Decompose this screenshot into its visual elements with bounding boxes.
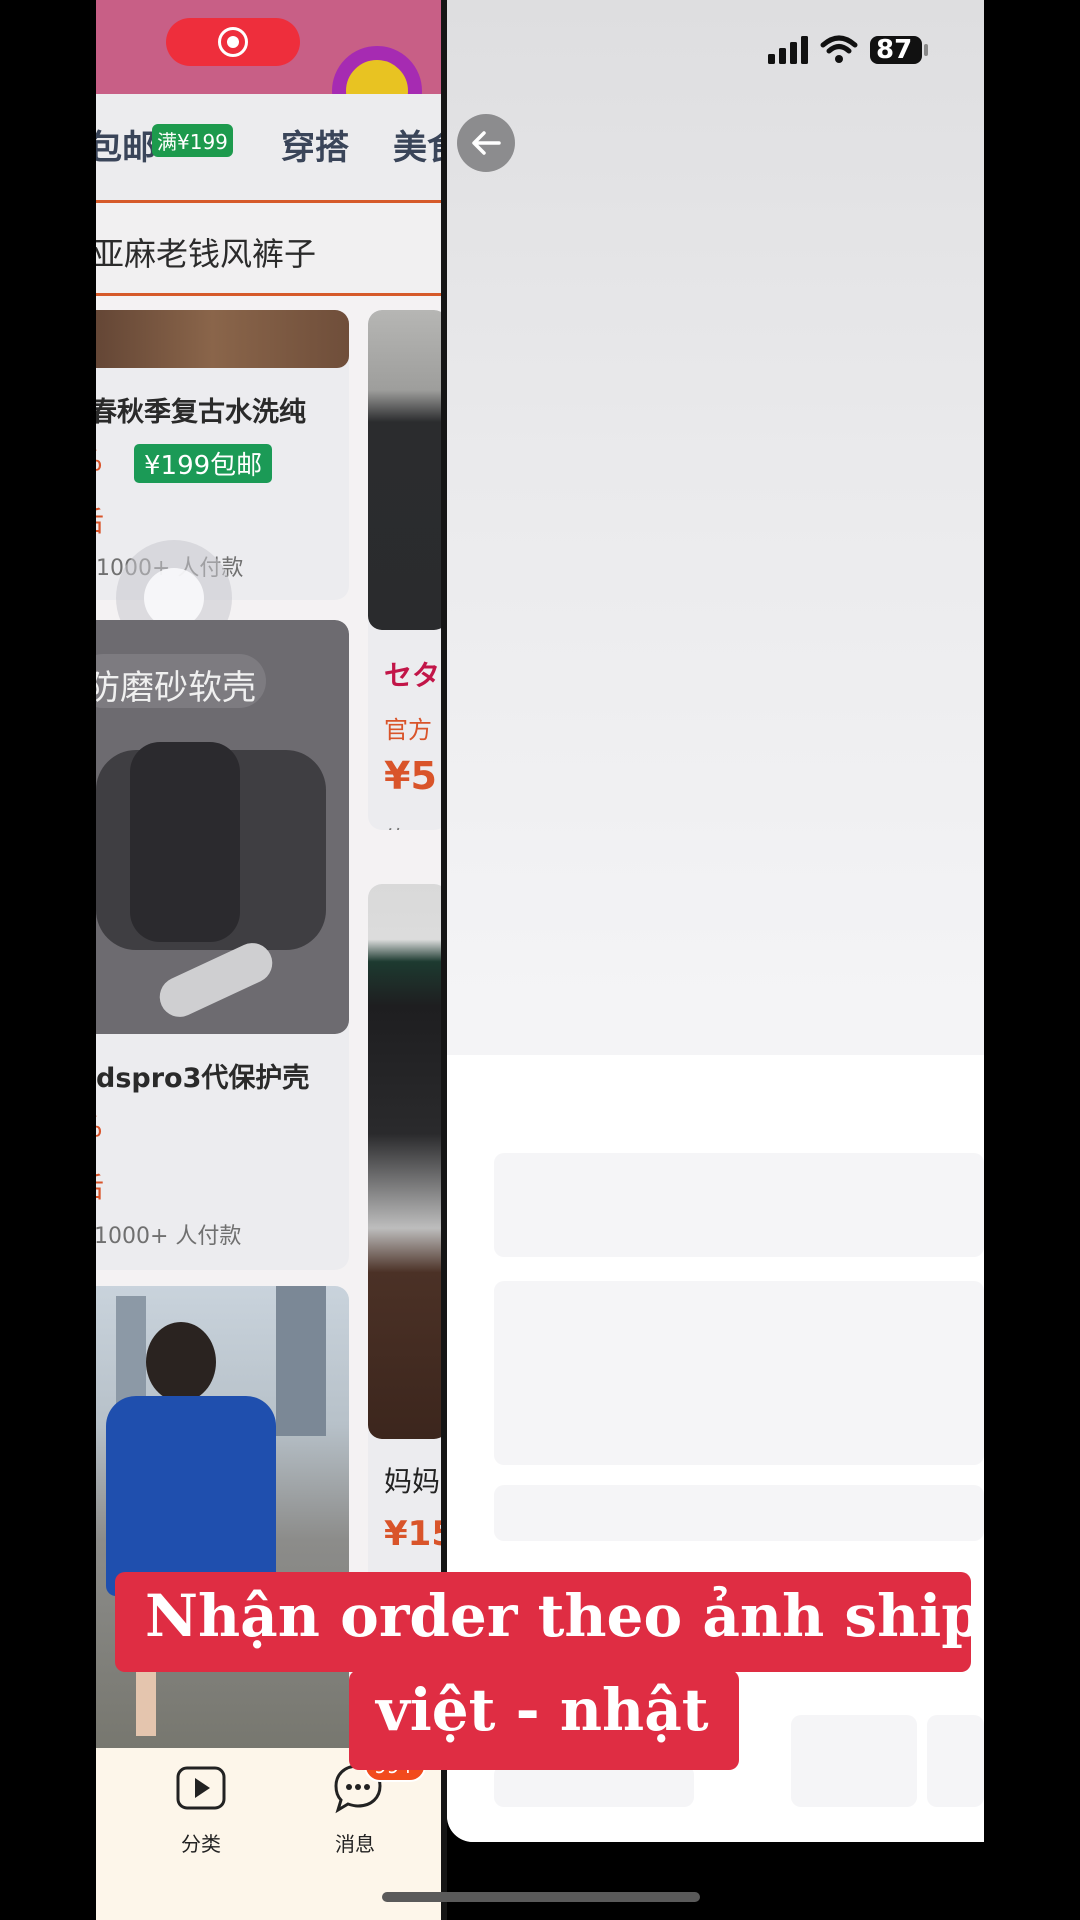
product-image	[368, 884, 441, 1439]
screen-record-indicator[interactable]	[166, 18, 300, 66]
approx-price: 约 JP	[384, 820, 437, 830]
lanyard-clip-image	[153, 936, 279, 1024]
price-after-label: 后	[96, 1166, 104, 1206]
skeleton-block	[494, 1153, 984, 1257]
caption-text-2: việt - nhật	[376, 1676, 709, 1744]
battery-indicator: 87	[870, 35, 922, 65]
battery-cap	[924, 44, 928, 56]
caption-line-2: việt - nhật	[349, 1670, 739, 1770]
paid-count: 1000+ 人付款	[96, 1224, 242, 1249]
tab-badge-199: 满¥199	[152, 124, 233, 157]
nav-item-messages[interactable]: 99+ 消息	[330, 1750, 430, 1860]
leg-image	[136, 1666, 156, 1736]
blue-hoodie-image	[106, 1396, 276, 1596]
product-photo-card[interactable]	[96, 1286, 349, 1748]
cellular-signal-icon	[768, 36, 808, 64]
caption-text-1: Nhận order theo ảnh ship	[145, 1582, 982, 1650]
nav-item-category[interactable]: 分类	[156, 1760, 246, 1860]
product-image	[96, 310, 349, 368]
right-app-panel: 87	[447, 0, 984, 1842]
price-after-label: 后	[96, 500, 104, 540]
discount-percent: %	[96, 1110, 103, 1143]
search-bar[interactable]: 亚麻老钱风裤子	[96, 200, 441, 296]
tab-outfit[interactable]: 穿搭	[281, 120, 349, 169]
skeleton-block	[494, 1281, 984, 1465]
product-image	[368, 310, 441, 630]
back-button[interactable]	[457, 114, 515, 172]
skeleton-button	[927, 1715, 984, 1807]
nav-label: 消息	[335, 1832, 375, 1856]
product-title: 妈妈	[384, 1465, 441, 1498]
record-icon	[218, 27, 248, 57]
person-hair-image	[146, 1322, 216, 1402]
product-card[interactable]: 防磨砂软壳 dspro3代保护壳 % 后 1000+ 人付款	[96, 620, 349, 1270]
building-image	[276, 1286, 326, 1436]
product-price: ¥15	[384, 1514, 441, 1554]
product-card[interactable]: セタ 官方 ¥51 约 JP	[368, 310, 441, 830]
product-title: 春秋季复古水洗纯	[96, 397, 306, 428]
home-indicator[interactable]	[382, 1892, 700, 1902]
product-image: 防磨砂软壳	[96, 620, 349, 1034]
brand-name: セタ	[384, 659, 441, 692]
back-arrow-icon	[472, 131, 501, 155]
search-query-text: 亚麻老钱风裤子	[96, 235, 317, 273]
bear-figure-image	[130, 742, 240, 942]
promo-badge: ¥199包邮	[134, 444, 273, 483]
skeleton-block	[494, 1485, 984, 1541]
image-banner: 防磨砂软壳	[96, 654, 266, 708]
product-title: dspro3代保护壳	[96, 1063, 310, 1094]
caption-line-1: Nhận order theo ảnh ship	[115, 1572, 982, 1672]
skeleton-block	[494, 1765, 694, 1807]
tab-food[interactable]: 美食	[393, 120, 441, 169]
earbuds-case-image	[96, 742, 326, 1024]
wifi-icon	[820, 35, 858, 63]
discount-percent: %	[96, 444, 103, 477]
nav-label: 分类	[181, 1832, 221, 1856]
video-play-icon	[176, 1766, 226, 1810]
battery-level: 87	[876, 35, 913, 65]
image-banner-text: 防磨砂软壳	[96, 668, 256, 708]
assistive-touch-icon	[144, 568, 204, 628]
category-tabs: 包邮 满¥199 穿搭 美食	[96, 94, 441, 200]
skeleton-button	[791, 1715, 917, 1807]
product-price: ¥51	[384, 754, 441, 798]
tab-free-shipping[interactable]: 包邮	[96, 120, 156, 169]
official-tag: 官方	[384, 716, 432, 744]
